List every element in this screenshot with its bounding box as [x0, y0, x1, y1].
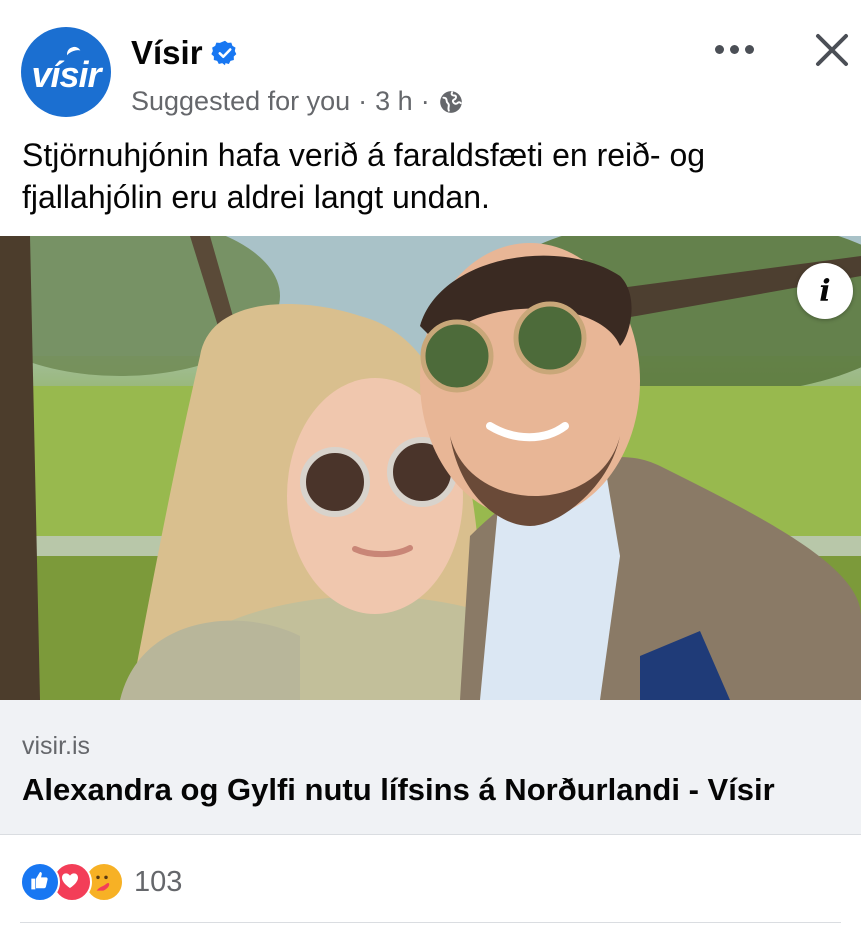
more-dot	[744, 44, 754, 54]
reaction-count[interactable]: 103	[134, 866, 182, 899]
globe-icon	[439, 90, 462, 113]
more-dot	[714, 44, 724, 54]
post-timestamp[interactable]: 3 h	[375, 86, 413, 117]
divider	[20, 922, 841, 923]
more-options-icon[interactable]	[711, 34, 757, 64]
post-header: vísir Vísir Suggested for you · 3 h ·	[0, 0, 861, 130]
photo-illustration	[0, 236, 861, 700]
page-avatar[interactable]: vísir	[21, 27, 111, 117]
post-photo[interactable]	[0, 236, 861, 700]
divider	[0, 834, 861, 835]
link-domain: visir.is	[22, 732, 91, 760]
like-icon	[20, 862, 60, 902]
verified-badge-icon	[210, 40, 236, 66]
meta-separator: ·	[358, 86, 368, 116]
post-caption: Stjörnuhjónin hafa verið á faraldsfæti e…	[22, 137, 706, 215]
link-title[interactable]: Alexandra og Gylfi nutu lífsins á Norður…	[22, 772, 775, 808]
page-name-label: Vísir	[131, 34, 203, 71]
reactions-summary[interactable]: 103	[20, 862, 182, 902]
suggested-label: Suggested for you	[131, 86, 351, 116]
avatar-logo-text: vísir	[31, 54, 101, 95]
meta-separator: ·	[420, 86, 430, 116]
close-icon[interactable]	[812, 30, 852, 70]
more-dot	[729, 44, 739, 54]
info-icon[interactable]: i	[797, 263, 853, 319]
page-name[interactable]: Vísir	[131, 34, 239, 72]
link-preview[interactable]	[0, 700, 861, 834]
post-meta: Suggested for you · 3 h ·	[131, 86, 464, 117]
